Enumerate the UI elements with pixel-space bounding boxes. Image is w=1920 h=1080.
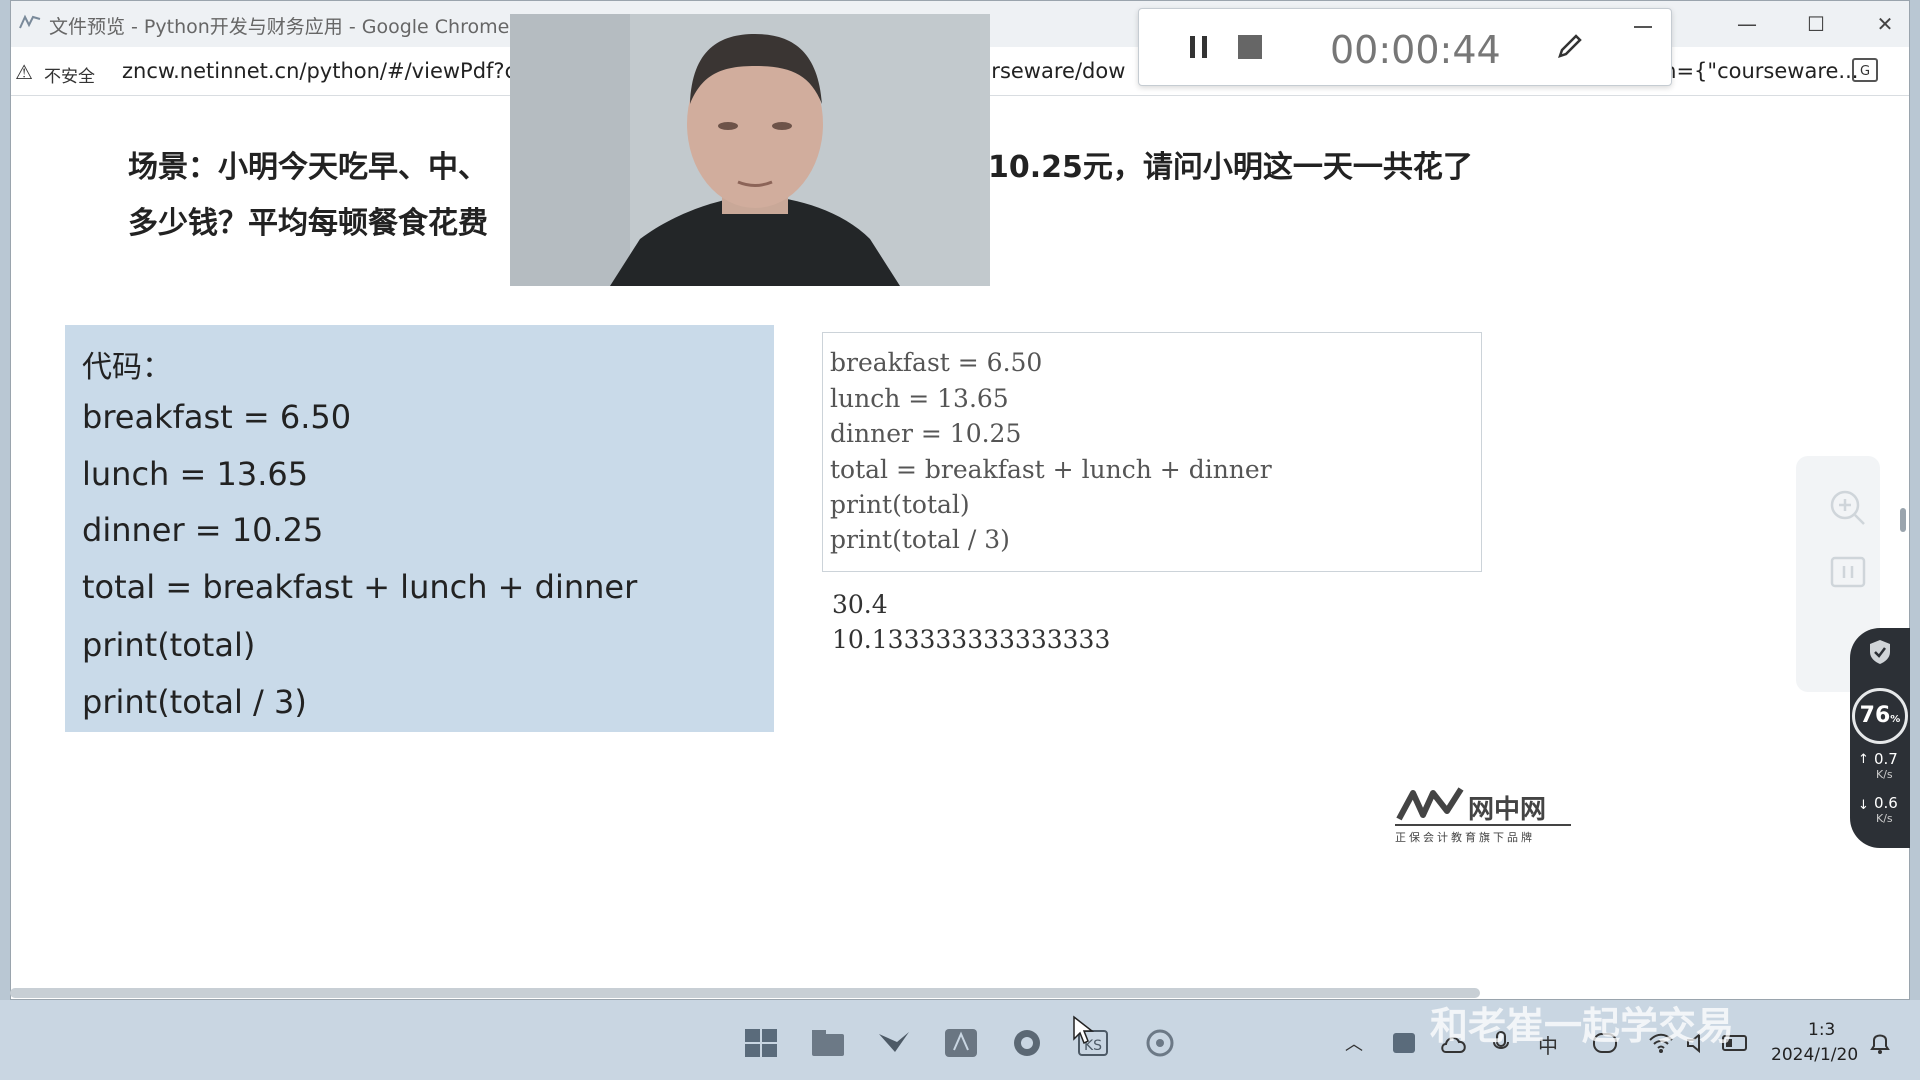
code-line: dinner = 10.25: [82, 511, 324, 549]
upload-unit: K/s: [1876, 768, 1893, 781]
pdf-app-icon[interactable]: [944, 1028, 978, 1058]
shield-icon: [1870, 640, 1890, 664]
watermark-text: 和老崔一起学交易: [1430, 1004, 1735, 1048]
security-label[interactable]: 不安全: [44, 62, 95, 87]
translate-icon[interactable]: G: [1852, 58, 1878, 82]
stop-icon[interactable]: [1237, 34, 1263, 60]
recorder-minimize-button[interactable]: [1634, 26, 1652, 28]
file-explorer-icon[interactable]: [811, 1028, 845, 1058]
memory-percent: 76: [1859, 703, 1891, 728]
app-logo-icon: [19, 14, 41, 29]
notebook-line: print(total): [830, 490, 970, 519]
download-arrow-icon: ↓: [1858, 798, 1869, 813]
horizontal-scrollbar[interactable]: [10, 988, 1480, 998]
brand-name: 网中网: [1468, 795, 1547, 825]
output-line: 10.133333333333333: [832, 625, 1111, 654]
tray-app-icon[interactable]: [1392, 1032, 1416, 1054]
recording-timer: 00:00:44: [1330, 28, 1501, 72]
warning-icon: ⚠: [15, 60, 33, 84]
taskbar-time[interactable]: 1:3: [1808, 1020, 1835, 1040]
code-title: 代码：: [82, 350, 172, 385]
webcam-overlay: [510, 14, 990, 286]
taskbar-date[interactable]: 2024/1/20: [1771, 1045, 1858, 1065]
code-line: lunch = 13.65: [82, 455, 309, 493]
scene-text-line1: 场景：小明今天吃早、中、: [128, 150, 488, 185]
recorder-app-icon[interactable]: [1143, 1028, 1177, 1058]
fit-page-icon[interactable]: [1830, 556, 1866, 588]
memory-gauge: 76%: [1852, 688, 1908, 744]
maximize-button[interactable]: ☐: [1796, 9, 1836, 39]
url-text[interactable]: zncw.netinnet.cn/python/#/viewPdf?c: [122, 59, 516, 83]
notebook-line: total = breakfast + lunch + dinner: [830, 455, 1272, 484]
scene-text-line2: 多少钱？平均每顿餐食花费: [128, 206, 488, 241]
minimize-button[interactable]: —: [1727, 9, 1767, 39]
chevron-up-icon[interactable]: ︿: [1345, 1030, 1363, 1056]
window-title: 文件预览 - Python开发与财务应用 - Google Chrome: [49, 16, 510, 38]
output-line: 30.4: [832, 590, 888, 619]
feishu-icon[interactable]: [877, 1028, 911, 1058]
notebook-line: print(total / 3): [830, 525, 1010, 554]
code-line: print(total / 3): [82, 683, 307, 721]
pen-icon[interactable]: [1554, 30, 1586, 62]
notebook-line: dinner = 10.25: [830, 419, 1022, 448]
upload-arrow-icon: ↑: [1858, 752, 1869, 767]
brand-subtitle: 正保会计教育旗下品牌: [1395, 831, 1535, 844]
code-line: total = breakfast + lunch + dinner: [82, 568, 638, 606]
chrome-icon[interactable]: [1010, 1028, 1044, 1058]
presenter-video: [510, 14, 990, 286]
zoom-in-icon[interactable]: [1828, 488, 1868, 528]
mouse-cursor-icon: [1073, 1015, 1094, 1045]
url-text-middle[interactable]: urseware/dow: [978, 59, 1125, 83]
notebook-line: breakfast = 6.50: [830, 348, 1043, 377]
memory-percent-unit: %: [1890, 714, 1901, 725]
code-line: print(total): [82, 626, 256, 664]
download-speed: 0.6: [1874, 794, 1898, 812]
url-text-end[interactable]: m={"courseware...: [1656, 59, 1858, 83]
download-unit: K/s: [1876, 812, 1893, 825]
code-line: breakfast = 6.50: [82, 398, 352, 436]
vertical-scrollbar-thumb[interactable]: [1900, 508, 1906, 532]
windows-start-icon[interactable]: [744, 1028, 778, 1058]
notification-bell-icon[interactable]: [1868, 1030, 1892, 1056]
close-button[interactable]: ✕: [1865, 9, 1905, 39]
upload-speed: 0.7: [1874, 750, 1898, 768]
scene-text-line1-end: 10.25元，请问小明这一天一共花了: [988, 150, 1473, 185]
notebook-line: lunch = 13.65: [830, 384, 1009, 413]
pause-icon[interactable]: [1188, 34, 1210, 60]
